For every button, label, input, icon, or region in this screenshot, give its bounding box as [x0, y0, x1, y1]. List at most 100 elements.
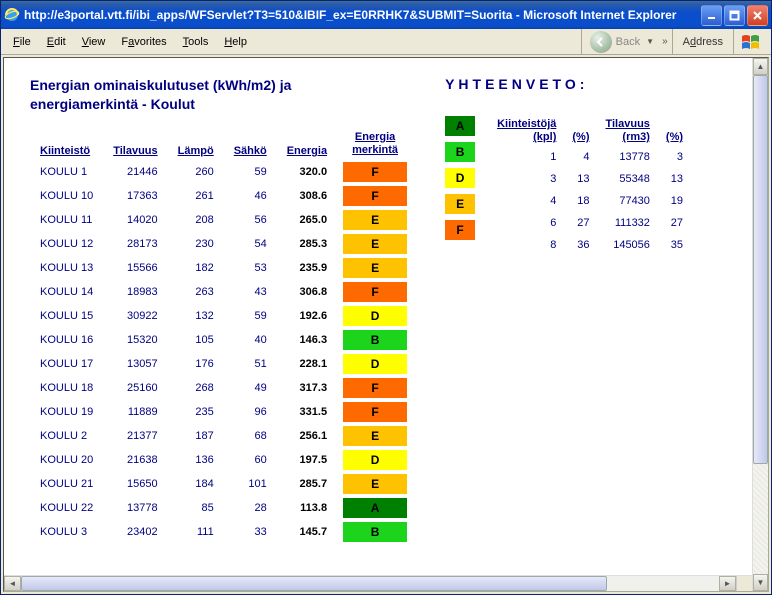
- cell-tilavuus: 21638: [103, 448, 167, 472]
- summary-panel: YHTEENVETO: ABDEF Kiinteistöjä(kpl) (%) …: [445, 76, 691, 256]
- sum-til: 145056: [597, 234, 657, 256]
- cell-name[interactable]: KOULU 17: [30, 352, 103, 376]
- scroll-up-button[interactable]: ▲: [753, 58, 768, 75]
- legend-item: D: [445, 168, 475, 188]
- cell-label: A: [337, 496, 413, 520]
- menu-help[interactable]: Help: [216, 34, 255, 50]
- cell-sahko: 49: [224, 376, 277, 400]
- cell-name[interactable]: KOULU 22: [30, 496, 103, 520]
- summary-row: 3135534813: [489, 168, 691, 190]
- cell-name[interactable]: KOULU 2: [30, 424, 103, 448]
- cell-name[interactable]: KOULU 18: [30, 376, 103, 400]
- cell-name[interactable]: KOULU 20: [30, 448, 103, 472]
- cell-name[interactable]: KOULU 11: [30, 208, 103, 232]
- legend-item: E: [445, 194, 475, 214]
- cell-name[interactable]: KOULU 3: [30, 520, 103, 544]
- table-row: KOULU 141898326343306.8F: [30, 280, 413, 304]
- menu-tools[interactable]: Tools: [175, 34, 217, 50]
- cell-label: E: [337, 256, 413, 280]
- sum-pct2: 19: [658, 190, 691, 212]
- address-label: Address: [679, 36, 727, 48]
- back-label: Back: [616, 36, 640, 48]
- cell-name[interactable]: KOULU 15: [30, 304, 103, 328]
- col-kiinteisto[interactable]: Kiinteistö: [30, 128, 103, 160]
- table-row: KOULU 12144626059320.0F: [30, 160, 413, 184]
- cell-energia: 146.3: [277, 328, 337, 352]
- menu-edit[interactable]: Edit: [39, 34, 74, 50]
- cell-label: D: [337, 304, 413, 328]
- scroll-left-button[interactable]: ◄: [4, 576, 21, 591]
- sum-til: 77430: [597, 190, 657, 212]
- cell-tilavuus: 15650: [103, 472, 167, 496]
- table-row: KOULU 22137788528113.8A: [30, 496, 413, 520]
- cell-sahko: 28: [224, 496, 277, 520]
- cell-label: F: [337, 376, 413, 400]
- menubar: File Edit View Favorites Tools Help Back…: [1, 29, 771, 55]
- cell-lampo: 111: [168, 520, 224, 544]
- menu-favorites[interactable]: Favorites: [113, 34, 174, 50]
- maximize-button[interactable]: [724, 5, 745, 26]
- menu-view[interactable]: View: [74, 34, 114, 50]
- scrollbar-vertical[interactable]: ▲ ▼: [752, 58, 768, 591]
- sum-col-til: Tilavuus(rm3): [597, 116, 657, 146]
- sum-kpl: 4: [489, 190, 564, 212]
- cell-lampo: 187: [168, 424, 224, 448]
- cell-tilavuus: 13778: [103, 496, 167, 520]
- col-lampo[interactable]: Lämpö: [168, 128, 224, 160]
- col-merkinta[interactable]: Energiamerkintä: [337, 128, 413, 160]
- cell-name[interactable]: KOULU 10: [30, 184, 103, 208]
- cell-tilavuus: 28173: [103, 232, 167, 256]
- cell-sahko: 51: [224, 352, 277, 376]
- cell-energia: 320.0: [277, 160, 337, 184]
- cell-sahko: 43: [224, 280, 277, 304]
- scroll-down-button[interactable]: ▼: [753, 574, 768, 591]
- cell-lampo: 132: [168, 304, 224, 328]
- summary-heading: YHTEENVETO:: [445, 76, 691, 92]
- cell-tilavuus: 15320: [103, 328, 167, 352]
- sum-col-kpl: Kiinteistöjä(kpl): [489, 116, 564, 146]
- scrollbar-horizontal[interactable]: ◄ ►: [4, 575, 752, 591]
- cell-energia: 235.9: [277, 256, 337, 280]
- cell-tilavuus: 18983: [103, 280, 167, 304]
- cell-name[interactable]: KOULU 14: [30, 280, 103, 304]
- scroll-right-button[interactable]: ►: [719, 576, 736, 591]
- table-row: KOULU 131556618253235.9E: [30, 256, 413, 280]
- col-tilavuus[interactable]: Tilavuus: [103, 128, 167, 160]
- cell-name[interactable]: KOULU 13: [30, 256, 103, 280]
- cell-energia: 308.6: [277, 184, 337, 208]
- cell-sahko: 60: [224, 448, 277, 472]
- minimize-button[interactable]: [701, 5, 722, 26]
- toolbar-right: Back ▼ »: [581, 29, 672, 54]
- cell-tilavuus: 21446: [103, 160, 167, 184]
- table-row: KOULU 122817323054285.3E: [30, 232, 413, 256]
- document-body: Energian ominaiskulutuset (kWh/m2) ja en…: [4, 58, 752, 575]
- col-sahko[interactable]: Sähkö: [224, 128, 277, 160]
- page-title: Energian ominaiskulutuset (kWh/m2) ja en…: [30, 76, 413, 114]
- summary-row: 62711133227: [489, 212, 691, 234]
- scroll-thumb-h[interactable]: [21, 576, 607, 591]
- cell-energia: 113.8: [277, 496, 337, 520]
- energy-table: Kiinteistö Tilavuus Lämpö Sähkö Energia …: [30, 128, 413, 544]
- cell-energia: 256.1: [277, 424, 337, 448]
- cell-lampo: 260: [168, 160, 224, 184]
- cell-label: E: [337, 232, 413, 256]
- cell-name[interactable]: KOULU 19: [30, 400, 103, 424]
- cell-sahko: 96: [224, 400, 277, 424]
- cell-energia: 306.8: [277, 280, 337, 304]
- table-row: KOULU 2115650184101285.7E: [30, 472, 413, 496]
- cell-lampo: 105: [168, 328, 224, 352]
- cell-name[interactable]: KOULU 12: [30, 232, 103, 256]
- cell-lampo: 263: [168, 280, 224, 304]
- scroll-thumb-v[interactable]: [753, 75, 768, 464]
- cell-name[interactable]: KOULU 16: [30, 328, 103, 352]
- col-energia[interactable]: Energia: [277, 128, 337, 160]
- cell-name[interactable]: KOULU 21: [30, 472, 103, 496]
- windows-flag-icon: [733, 29, 767, 55]
- cell-energia: 317.3: [277, 376, 337, 400]
- menu-file[interactable]: File: [5, 34, 39, 50]
- sum-til: 13778: [597, 146, 657, 168]
- close-button[interactable]: [747, 5, 768, 26]
- back-button[interactable]: Back ▼: [586, 29, 658, 55]
- cell-sahko: 101: [224, 472, 277, 496]
- cell-name[interactable]: KOULU 1: [30, 160, 103, 184]
